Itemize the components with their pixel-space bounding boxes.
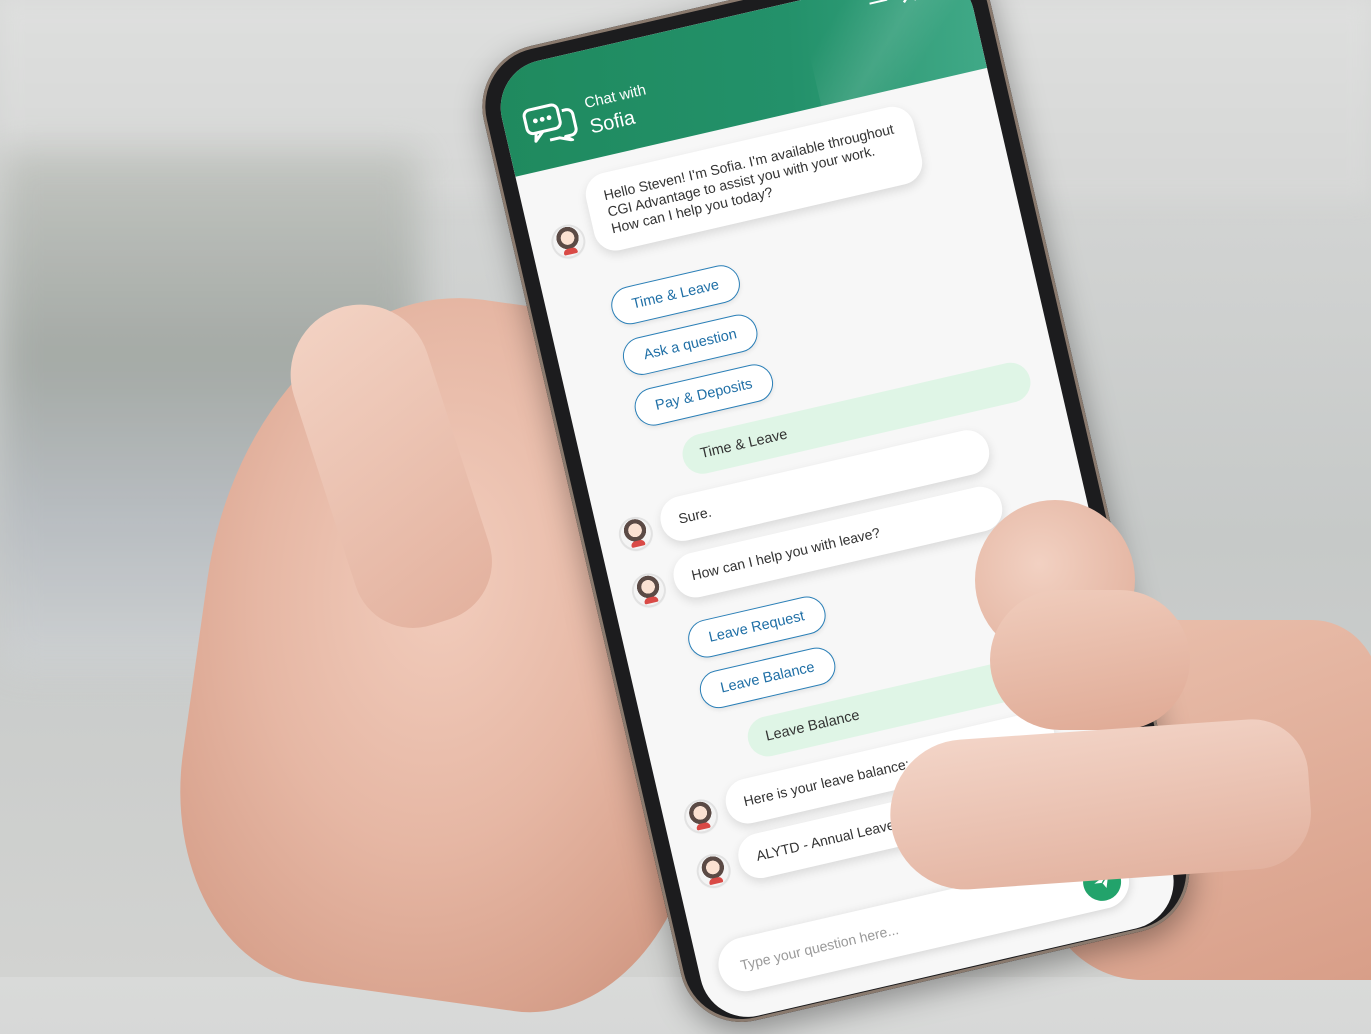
header-decoration [797, 0, 988, 107]
bot-avatar [630, 572, 667, 609]
bot-avatar [683, 798, 720, 835]
bot-avatar [617, 515, 654, 552]
bot-avatar [550, 223, 587, 260]
right-finger-middle [990, 590, 1190, 730]
chat-bubbles-icon [522, 103, 578, 143]
bot-avatar [695, 852, 732, 889]
header-subtitle: Chat with [582, 81, 648, 113]
right-finger-index [885, 715, 1315, 895]
header-title: Sofia [587, 106, 638, 139]
